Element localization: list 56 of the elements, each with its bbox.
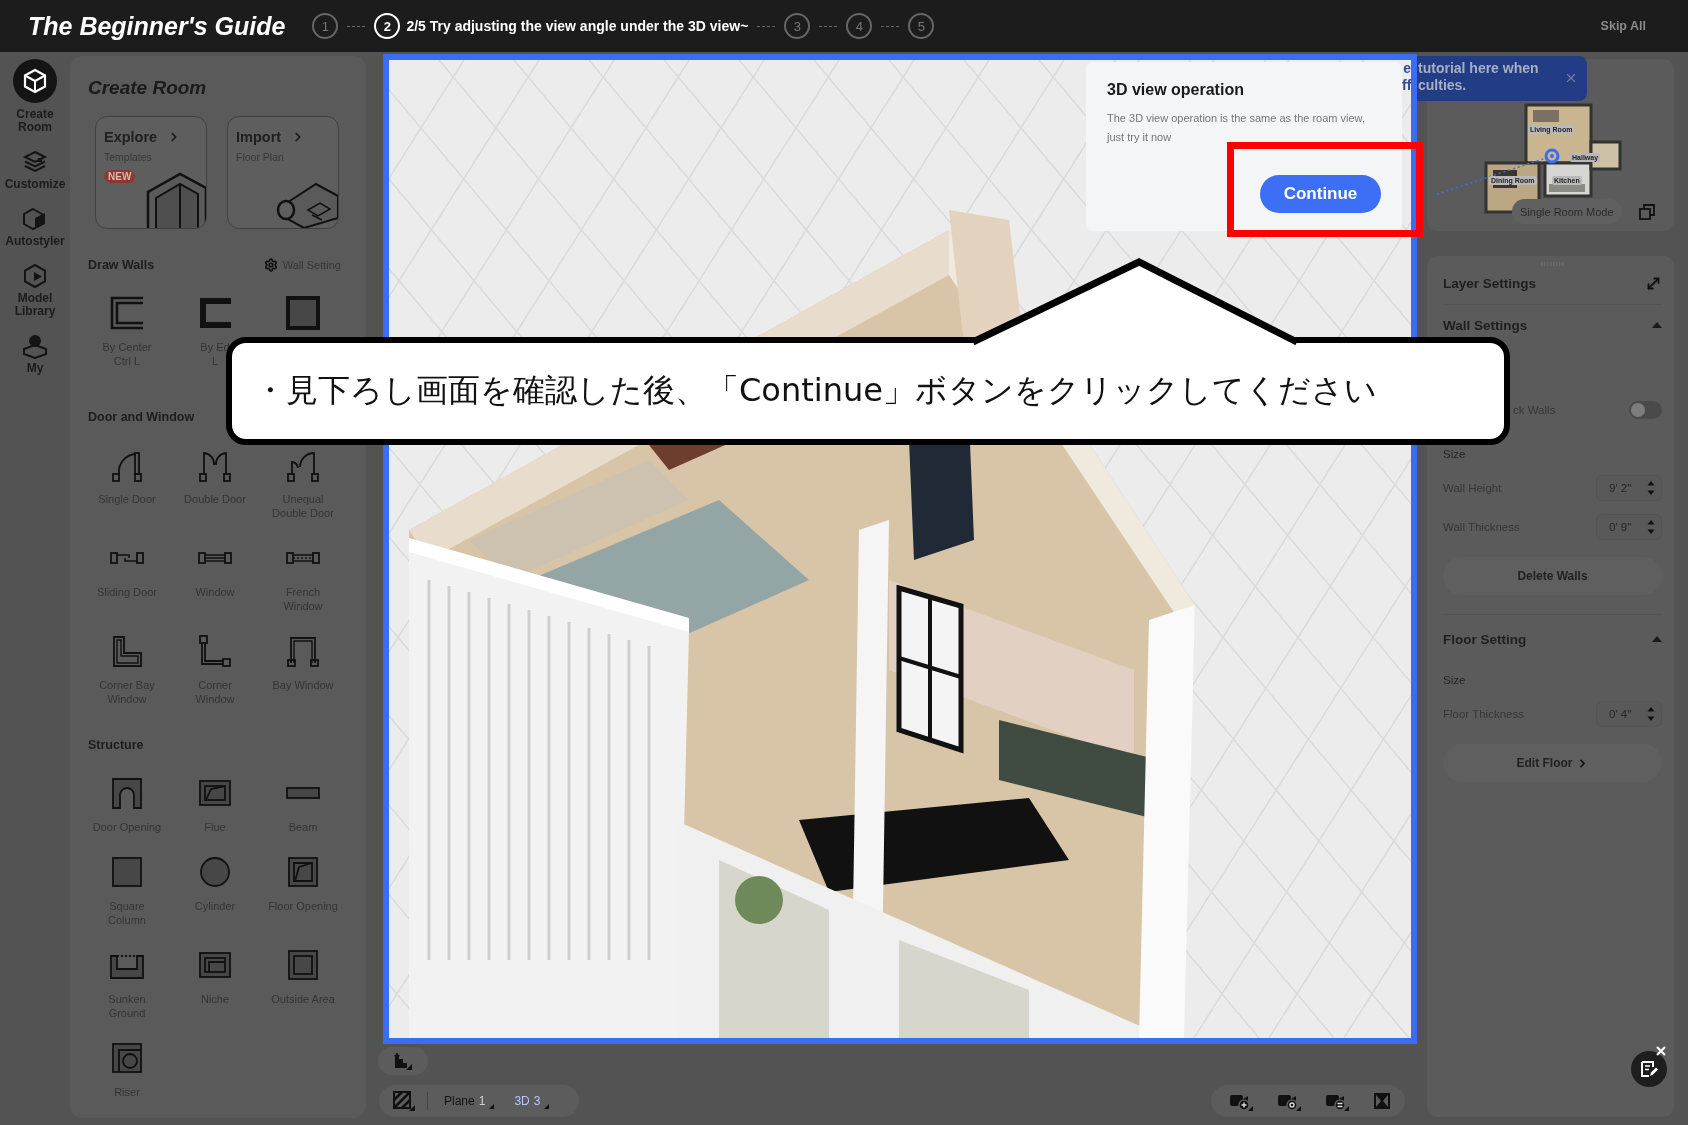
square-icon [109,854,145,890]
stepper-icon[interactable] [1647,519,1655,535]
step-caption: 2/5 Try adjusting the view angle under the 3D view~ [406,18,749,34]
circle-icon [197,854,233,890]
bracket-icon [109,295,145,331]
step-indicator: 2 [374,13,401,39]
step-connector [347,25,366,27]
step-indicator: 5 [908,13,935,39]
step-indicator: 4 [846,13,873,39]
step-connector [881,25,900,27]
view-tab[interactable]: 3D 3 [512,1093,552,1109]
callout-text: ・見下ろし画面を確認した後、「Continue」ボタンをクリックしてください [254,370,1377,411]
dropdown-corner-icon [489,1103,495,1109]
toggle-switch[interactable] [1629,401,1662,419]
section-header[interactable]: Wall Settings [1443,315,1662,335]
delete-walls-button[interactable]: Delete Walls [1443,557,1662,595]
section-header[interactable]: Floor Setting [1443,629,1662,649]
close-icon[interactable] [1656,1046,1666,1056]
guide-title: The Beginner's Guide [28,11,286,41]
step-connector [819,25,838,27]
help-tooltip: tutorial here when culties. [1417,56,1587,101]
square-room-icon [285,295,321,331]
section-title: Door and Window [88,410,195,424]
continue-button[interactable]: Continue [1260,175,1381,213]
corner-window-icon [197,633,233,669]
outside-area-icon [285,947,321,983]
arch-opening-icon [109,775,145,811]
panel-title: Create Room [88,76,208,100]
tool-button[interactable] [285,295,321,331]
copy-icon[interactable] [1639,204,1655,220]
panel-title: Layer Settings [1443,275,1537,291]
stairs-button[interactable] [378,1047,428,1075]
nav-item[interactable]: Autostyler [5,197,65,248]
dropdown-corner-icon [544,1103,550,1109]
skip-all-button[interactable]: Skip All [1600,19,1646,33]
nav-item[interactable]: Customize [4,140,66,191]
stairs-icon [393,1052,413,1070]
floor-opening-icon [285,854,321,890]
view-tab[interactable]: Plane 1 [442,1093,497,1109]
section-title: Structure [88,738,144,752]
popup-title: 3D view operation [1107,80,1245,100]
popup-text: The 3D view operation is the same as the roam view, just try it now [1107,111,1366,145]
hatch-icon[interactable] [393,1091,415,1111]
riser-icon [109,1040,145,1076]
note-pencil-icon [1640,1060,1658,1078]
split-square-icon[interactable] [1373,1092,1391,1110]
step-indicator: 1 [312,13,339,39]
stepper-icon[interactable] [1647,706,1655,722]
thick-bracket-icon [197,295,233,331]
edit-floor-button[interactable]: Edit Floor [1443,744,1662,782]
step-connector [757,25,776,27]
new-badge: NEW [104,170,136,183]
step-indicator: 3 [784,13,811,39]
stepper-icon[interactable] [1647,480,1655,496]
settings-icon [263,258,278,272]
section-title: Draw Walls [88,258,155,272]
